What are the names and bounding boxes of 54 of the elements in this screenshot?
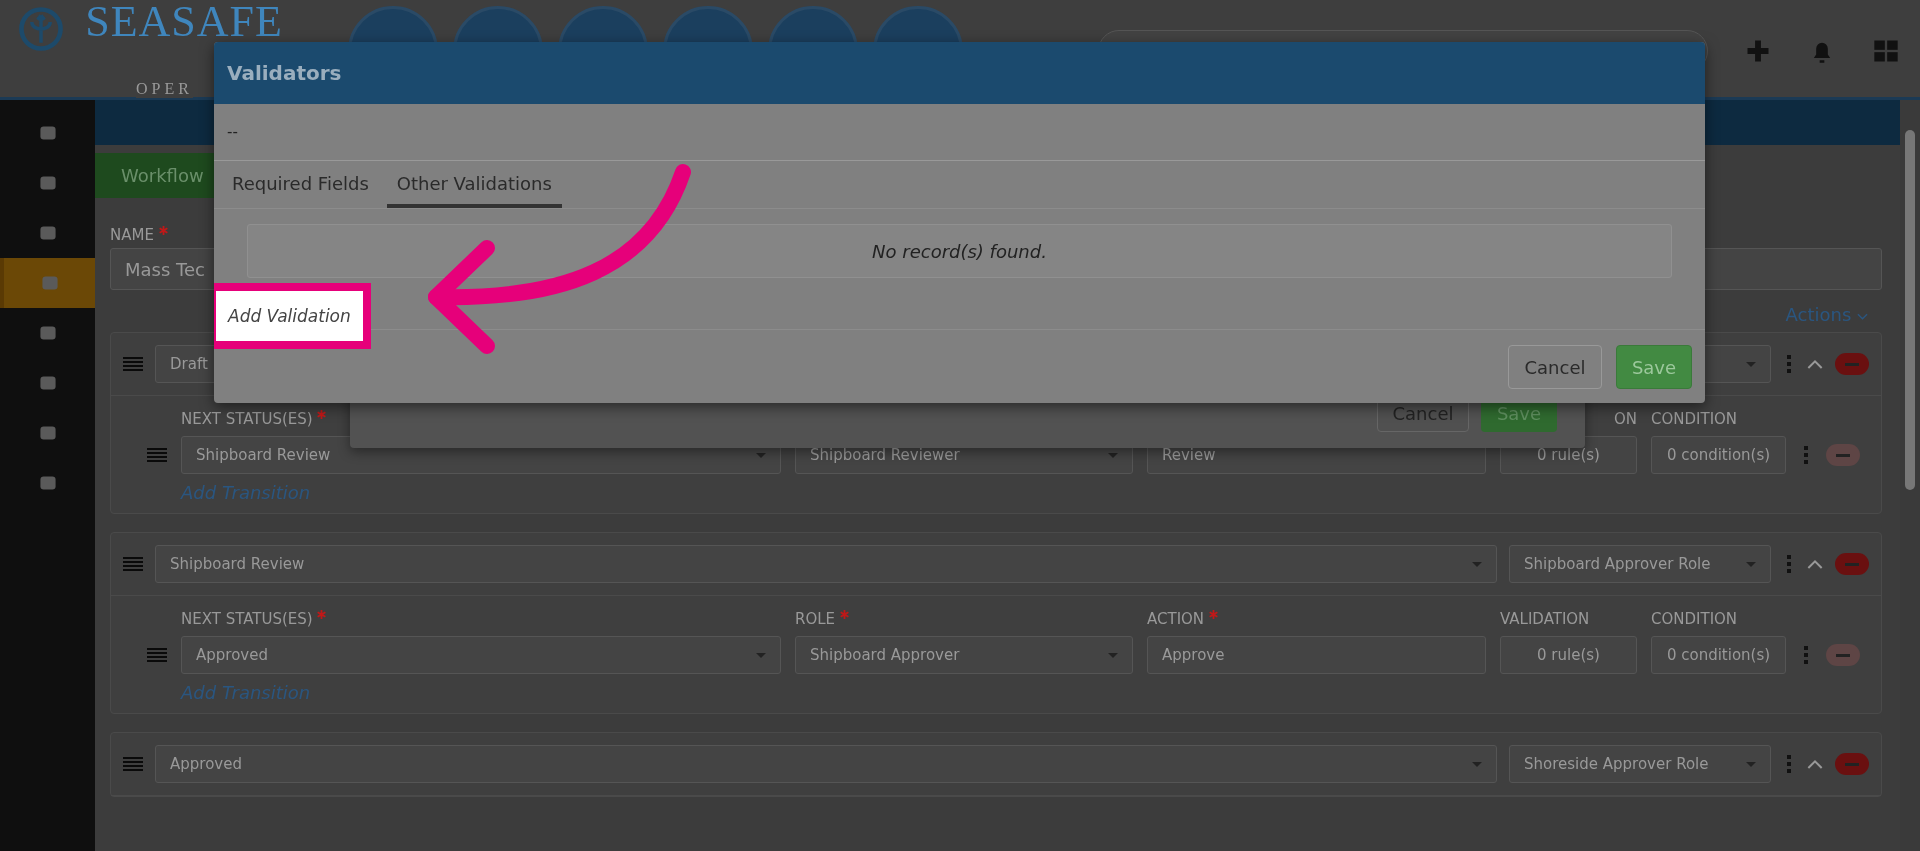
logo-text: SEASAFE xyxy=(85,4,283,40)
field-label: ACTION xyxy=(1147,610,1218,628)
condition-field[interactable]: 0 condition(s) xyxy=(1651,436,1786,474)
next-status-select[interactable]: Approved xyxy=(181,636,781,674)
cancel-button[interactable]: Cancel xyxy=(1508,345,1602,389)
empty-table-message: No record(s) found. xyxy=(247,224,1672,278)
sidebar-item[interactable] xyxy=(0,258,95,308)
remove-button[interactable] xyxy=(1835,753,1869,775)
chevron-up-icon[interactable] xyxy=(1807,758,1823,770)
scrollbar-thumb[interactable] xyxy=(1905,130,1915,490)
field-label: ROLE xyxy=(795,610,849,628)
drag-handle-icon[interactable] xyxy=(123,556,143,572)
remove-button[interactable] xyxy=(1835,553,1869,575)
required-icon xyxy=(158,226,168,235)
required-icon xyxy=(317,610,327,619)
required-icon xyxy=(1208,610,1218,619)
condition-field[interactable]: 0 condition(s) xyxy=(1651,636,1786,674)
drag-handle-icon[interactable] xyxy=(147,647,167,663)
drag-handle-icon[interactable] xyxy=(123,356,143,372)
add-validation-link[interactable]: Add Validation xyxy=(214,283,371,349)
save-button[interactable]: Save xyxy=(1616,345,1692,389)
validation-field[interactable]: 0 rule(s) xyxy=(1500,636,1637,674)
field-label: NEXT STATUS(ES) xyxy=(181,610,781,630)
chevron-down-icon xyxy=(1857,313,1868,321)
trident-logo-icon xyxy=(18,6,64,52)
chevron-up-icon[interactable] xyxy=(1807,558,1823,570)
dialog-subtitle: -- xyxy=(227,123,238,141)
drag-handle-icon[interactable] xyxy=(123,756,143,772)
role-select[interactable]: Shoreside Approver Role xyxy=(1509,745,1771,783)
more-icon[interactable] xyxy=(1804,446,1808,464)
logo-subtext: OPER xyxy=(136,80,193,98)
more-icon[interactable] xyxy=(1787,755,1791,773)
status-select[interactable]: Approved xyxy=(155,745,1497,783)
action-field[interactable]: Approve xyxy=(1147,636,1486,674)
more-icon[interactable] xyxy=(1804,646,1808,664)
tab[interactable]: Other Validations xyxy=(386,161,562,208)
field-label: ON xyxy=(1613,410,1637,428)
field-label: CONDITION xyxy=(1651,410,1738,428)
more-icon[interactable] xyxy=(1787,355,1791,373)
field-label: CONDITION xyxy=(1651,610,1738,628)
remove-button[interactable] xyxy=(1826,644,1860,666)
role-select[interactable]: Shipboard Approver Role xyxy=(1509,545,1771,583)
remove-button[interactable] xyxy=(1835,353,1869,375)
more-icon[interactable] xyxy=(1787,555,1791,573)
field-label: VALIDATION xyxy=(1500,610,1590,628)
required-icon xyxy=(839,610,849,619)
status-select[interactable]: Shipboard Review xyxy=(155,545,1497,583)
dialog-title: Validators xyxy=(227,61,342,85)
role-select[interactable]: Shipboard Approver xyxy=(795,636,1133,674)
field-label: NEXT STATUS(ES) xyxy=(181,410,781,430)
remove-button[interactable] xyxy=(1826,444,1860,466)
drag-handle-icon[interactable] xyxy=(147,447,167,463)
chevron-up-icon[interactable] xyxy=(1807,358,1823,370)
required-icon xyxy=(317,410,327,419)
